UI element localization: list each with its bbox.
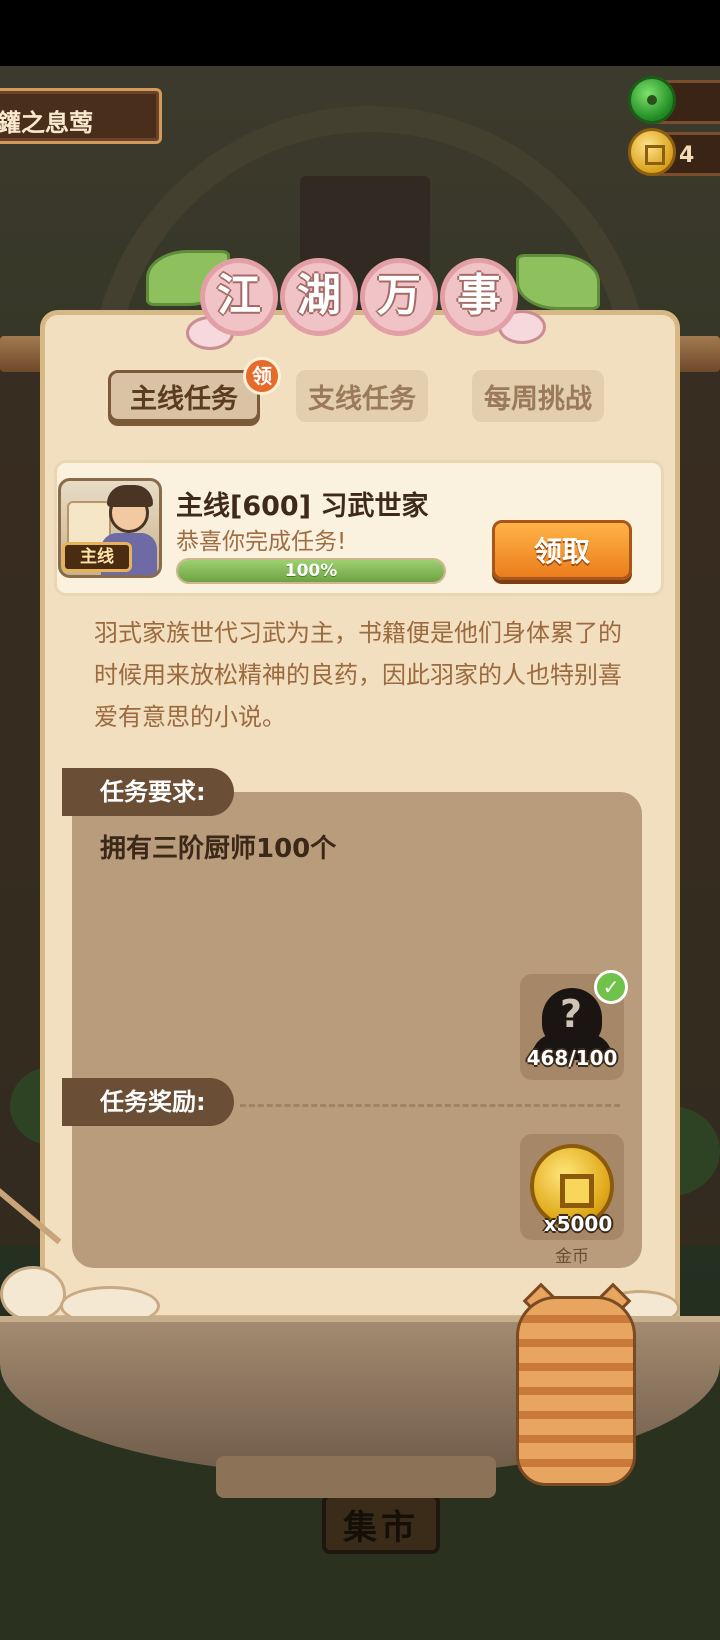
gold-amount: 4 <box>679 143 695 168</box>
cat-mascot <box>516 1296 636 1486</box>
player-name-tag[interactable]: 鑵之息莺 <box>0 88 162 144</box>
status-bar <box>0 0 720 66</box>
food-decoration <box>0 1266 66 1322</box>
gold-coin-icon <box>628 128 676 176</box>
market-button[interactable]: 集市 <box>322 1494 440 1554</box>
reward-count: x5000 <box>543 1212 613 1236</box>
market-label: 集市 <box>343 1507 419 1548</box>
quest-description: 羽式家族世代习武为主，书籍便是他们身体累了的时候用来放松精神的良药，因此羽家的人… <box>94 619 622 731</box>
tab-label: 支线任务 <box>308 383 416 415</box>
leaf-decoration <box>516 254 600 310</box>
portrait-hair <box>107 485 153 507</box>
reward-divider <box>240 1104 620 1107</box>
title-char: 事 <box>440 258 518 336</box>
requirement-label: 任务要求: <box>62 768 234 816</box>
panel-title: 江 湖 万 事 <box>200 254 520 354</box>
reward-label: 任务奖励: <box>62 1078 234 1126</box>
quest-progress-bar: 100% <box>176 558 446 584</box>
claim-button[interactable]: 领取 <box>492 520 632 580</box>
tab-label: 每周挑战 <box>484 383 592 415</box>
quest-title: 主线[600] 习武世家 <box>176 491 429 522</box>
player-name: 鑵之息莺 <box>0 109 93 137</box>
requirement-text: 拥有三阶厨师100个 <box>100 834 337 864</box>
bowl-stand <box>216 1456 496 1498</box>
scroll-rod-left <box>0 336 44 372</box>
main-quest-badge: 主线 <box>62 542 132 572</box>
title-char: 江 <box>200 258 278 336</box>
quest-tabs: 主线任务 领 支线任务 每周挑战 <box>100 357 620 430</box>
check-icon: ✓ <box>594 970 628 1004</box>
requirement-count: 468/100 <box>526 1046 618 1070</box>
claim-badge: 领 <box>243 357 281 395</box>
progress-text: 100% <box>284 561 338 581</box>
tab-label: 主线任务 <box>130 383 238 415</box>
tab-side-quest[interactable]: 支线任务 <box>296 370 428 422</box>
quest-status: 恭喜你完成任务! <box>176 529 347 555</box>
scroll-rod-right <box>676 336 720 372</box>
tab-weekly-challenge[interactable]: 每周挑战 <box>472 370 604 422</box>
claim-label: 领取 <box>533 535 590 568</box>
title-char: 湖 <box>280 258 358 336</box>
reward-item[interactable]: x5000 <box>520 1134 624 1240</box>
title-char: 万 <box>360 258 438 336</box>
jade-icon <box>628 76 676 124</box>
tab-main-quest[interactable]: 主线任务 领 <box>108 357 281 422</box>
reward-name: 金币 <box>555 1247 589 1267</box>
